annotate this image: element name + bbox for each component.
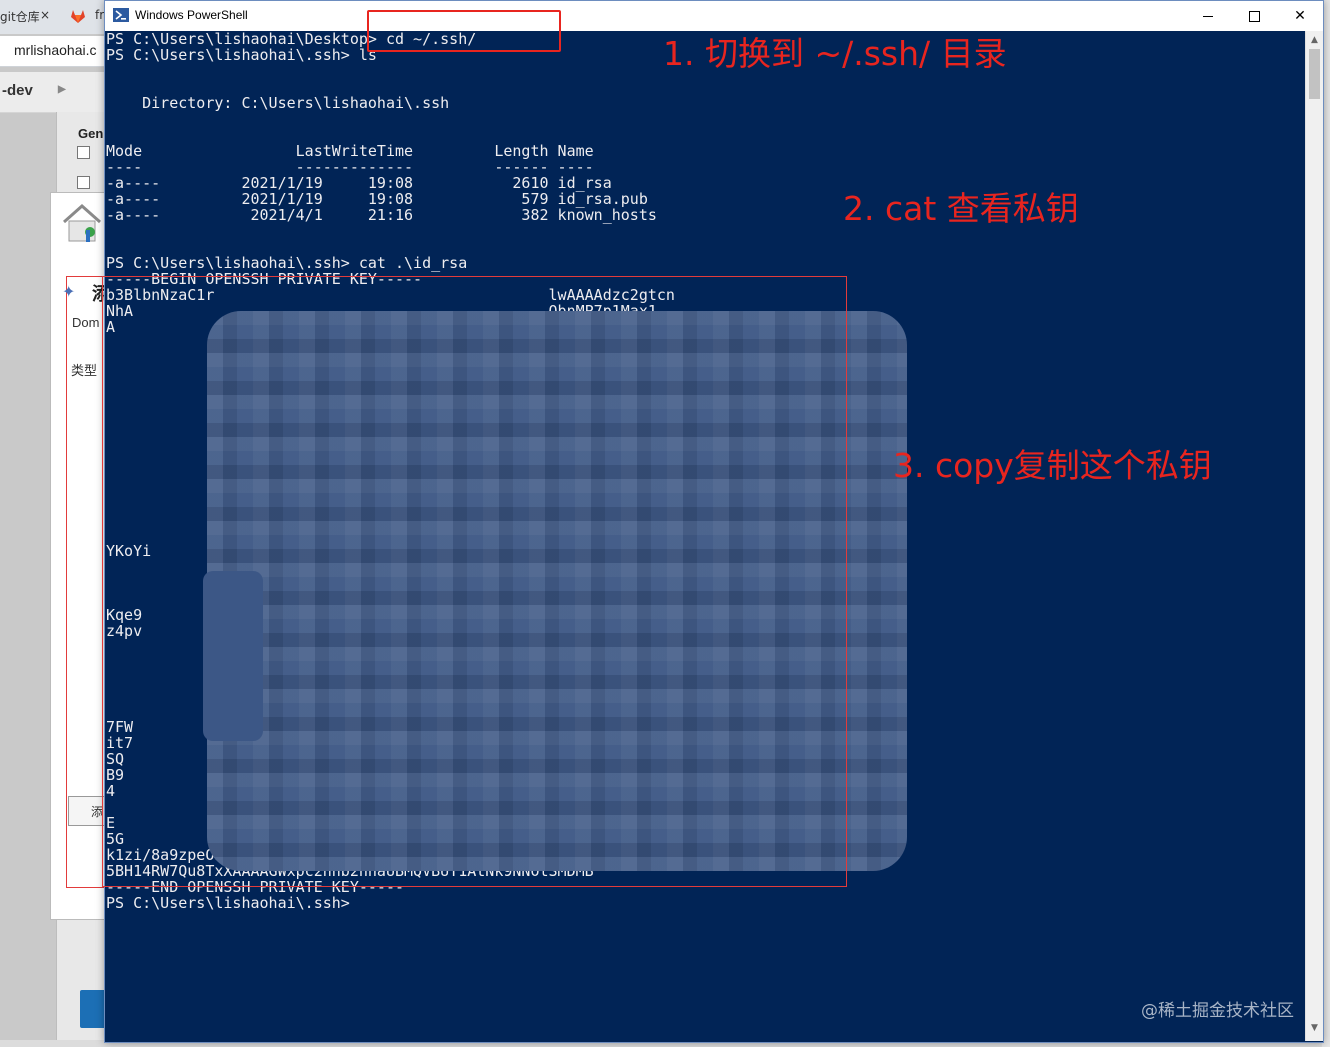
background-checkbox[interactable] (77, 176, 90, 189)
house-key-icon (60, 200, 104, 246)
window-titlebar[interactable]: Windows PowerShell ✕ (105, 1, 1323, 31)
terminal-scrollbar[interactable]: ▲ ▼ (1305, 31, 1323, 1041)
terminal-line: PS C:\Users\lishaohai\.ssh> cat .\id_rsa (106, 254, 468, 272)
annotation-step-2: 2. cat 查看私钥 (843, 189, 1079, 228)
close-button[interactable]: ✕ (1277, 1, 1323, 31)
background-breadcrumb: -dev ▶ (0, 72, 110, 113)
background-tab-bar: git仓库 × fr (0, 0, 110, 34)
background-tab2-label[interactable]: fr (95, 8, 104, 22)
background-panel-heading: Gen (78, 126, 104, 141)
terminal-line: ---- ------------- ------ ---- (106, 158, 594, 176)
maximize-button[interactable] (1231, 1, 1277, 31)
maximize-icon (1248, 10, 1260, 22)
terminal-line: Mode LastWriteTime Length Name (106, 142, 594, 160)
background-domain-label: Dom (72, 315, 100, 330)
background-primary-button[interactable] (80, 990, 106, 1028)
annotation-box-private-key (102, 276, 847, 887)
background-address-bar[interactable]: mrlishaohai.c (0, 36, 110, 67)
watermark: @稀土掘金技术社区 (1141, 1001, 1294, 1021)
minimize-icon (1203, 15, 1213, 17)
terminal-line: -a---- 2021/1/19 19:08 2610 id_rsa (106, 174, 612, 192)
scrollbar-thumb[interactable] (1309, 49, 1320, 99)
terminal-line: -a---- 2021/1/19 19:08 579 id_rsa.pub (106, 190, 648, 208)
gitlab-icon[interactable] (70, 8, 86, 24)
scroll-down-icon[interactable]: ▼ (1306, 1023, 1323, 1035)
background-tab-close-icon[interactable]: × (40, 8, 50, 22)
background-address-text: mrlishaohai.c (14, 42, 97, 58)
terminal-line: Directory: C:\Users\lishaohai\.ssh (106, 94, 450, 112)
window-title: Windows PowerShell (135, 8, 248, 22)
minimize-button[interactable] (1185, 1, 1231, 31)
annotation-step-3: 3. copy复制这个私钥 (893, 446, 1212, 485)
sparkle-icon: ✦ (62, 282, 76, 301)
close-icon: ✕ (1294, 8, 1306, 24)
background-tab-label[interactable]: git仓库 (0, 8, 40, 25)
annotation-step-1: 1. 切换到 ~/.ssh/ 目录 (663, 34, 1007, 73)
scroll-up-icon[interactable]: ▲ (1306, 35, 1323, 47)
chevron-right-icon: ▶ (58, 84, 66, 95)
background-type-label: 类型 (71, 364, 98, 379)
annotation-box-command (367, 10, 561, 52)
terminal-line: -a---- 2021/4/1 21:16 382 known_hosts (106, 206, 657, 224)
background-checkbox[interactable] (77, 146, 90, 159)
background-breadcrumb-text: -dev (2, 82, 33, 99)
terminal-line: PS C:\Users\lishaohai\.ssh> (106, 894, 350, 912)
powershell-icon (113, 8, 129, 22)
